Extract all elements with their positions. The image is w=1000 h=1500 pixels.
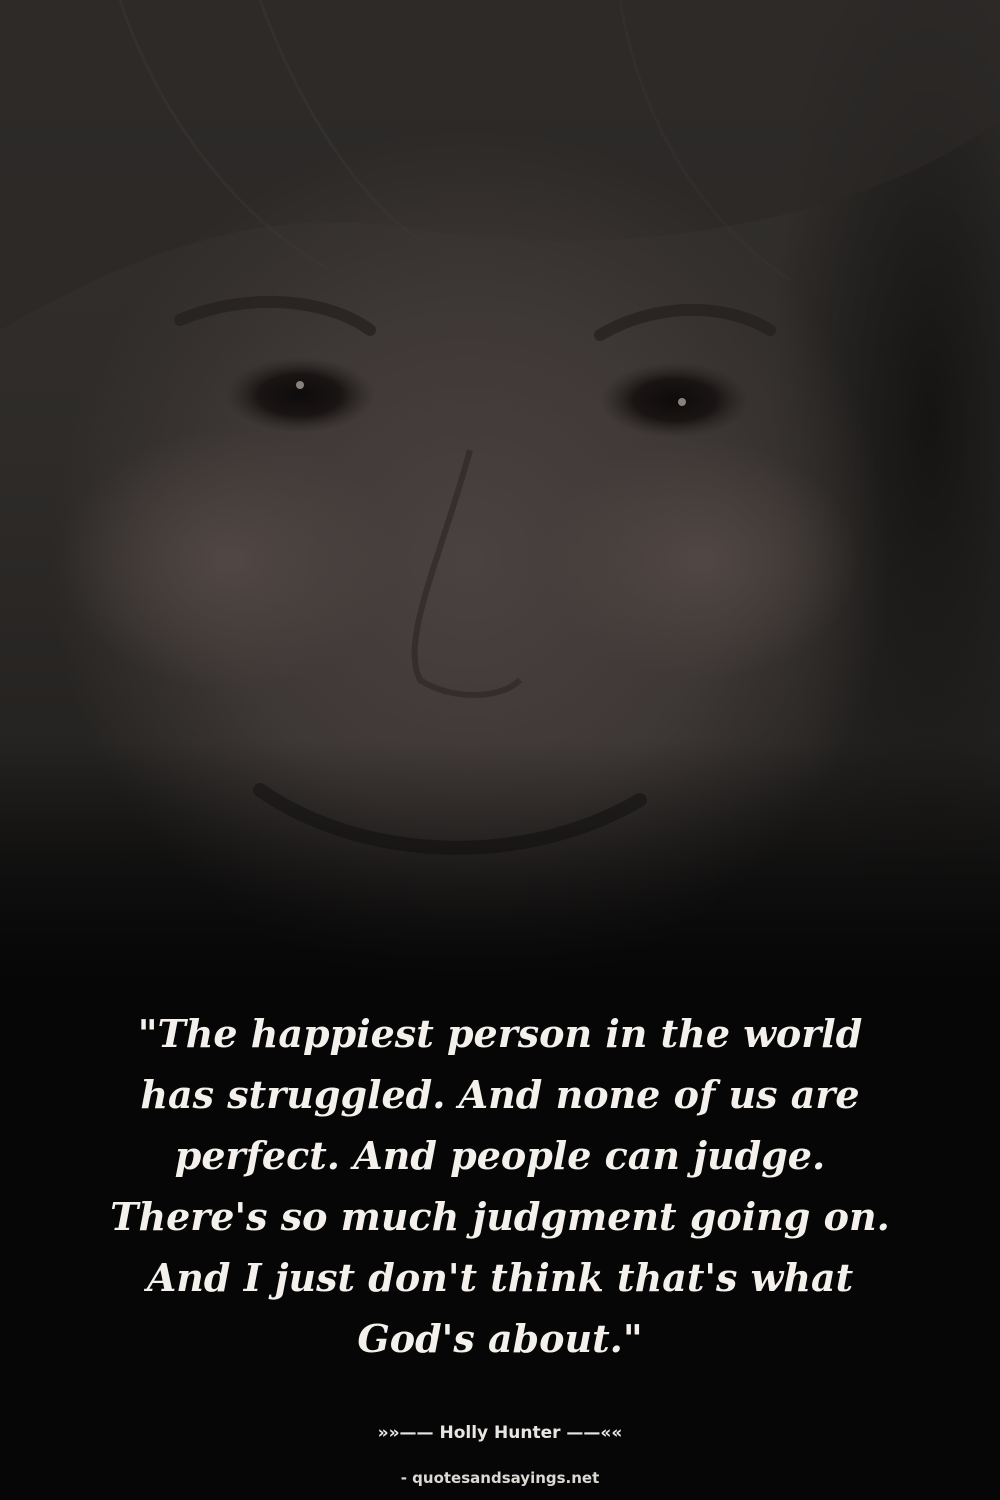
quote-text: "The happiest person in the world has st…	[110, 1011, 890, 1361]
source-credit: - quotesandsayings.net	[400, 1469, 600, 1487]
quote-poster: "The happiest person in the world has st…	[0, 0, 1000, 1500]
author-attribution: »»—— Holly Hunter ——««	[377, 1423, 623, 1443]
